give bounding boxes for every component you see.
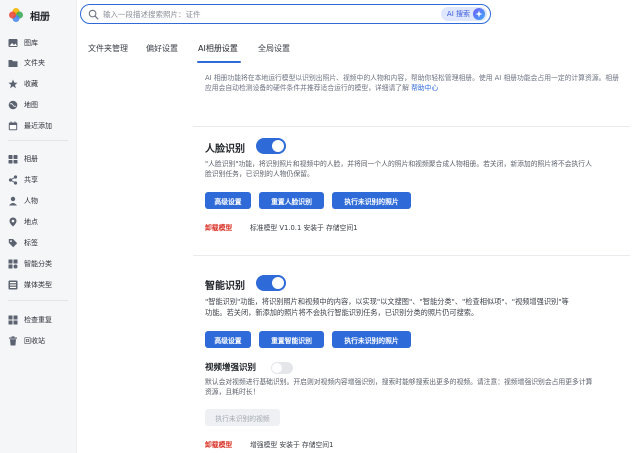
sidebar-item-label: 智能分类 bbox=[24, 260, 52, 268]
sidebar-item-label: 收藏 bbox=[24, 80, 38, 88]
face-unload-model-link[interactable]: 卸载模型 bbox=[205, 222, 232, 232]
section-divider bbox=[193, 255, 630, 256]
calendar-icon bbox=[8, 121, 18, 131]
sidebar-item-label: 图库 bbox=[24, 39, 38, 47]
sidebar-item-recent[interactable]: 最近添加 bbox=[8, 119, 52, 133]
search-icon bbox=[88, 9, 99, 20]
app-title: 相册 bbox=[30, 11, 50, 23]
sidebar-item-label: 检查重复 bbox=[24, 316, 52, 324]
sidebar-item-tags[interactable]: 标签 bbox=[8, 236, 38, 250]
tag-icon bbox=[8, 239, 18, 248]
help-center-link[interactable]: 帮助中心 bbox=[411, 84, 438, 92]
sidebar-item-trash[interactable]: 回收站 bbox=[8, 334, 45, 348]
face-recognition-toggle[interactable] bbox=[256, 138, 286, 154]
face-recognition-title: 人脸识别 bbox=[205, 144, 245, 155]
section-divider bbox=[193, 126, 630, 127]
video-enhanced-title: 视频增强识别 bbox=[205, 363, 257, 373]
description-line: "人脸识别"功能，将识别照片和视频中的人脸，并将同一个人的照片和视频聚合成人物相… bbox=[205, 160, 592, 168]
intro-text: AI 相册功能将在本地运行模型以识别出照片、视频中的人物和内容，帮助你轻松管理相… bbox=[205, 73, 625, 93]
video-run-unrecognized-button[interactable]: 执行未识别的视频 bbox=[205, 409, 280, 426]
description-line: 资源，且耗时长！ bbox=[205, 388, 260, 396]
brand: 相册 bbox=[8, 6, 50, 24]
sidebar-item-places[interactable]: 地点 bbox=[8, 215, 38, 229]
duplicate-check-icon bbox=[8, 315, 18, 325]
sidebar-item-label: 地图 bbox=[24, 101, 38, 109]
video-unload-model-link[interactable]: 卸载模型 bbox=[205, 439, 232, 449]
search-bar: AI 搜索 bbox=[80, 4, 491, 24]
active-tab-indicator bbox=[197, 61, 241, 63]
tab-preferences[interactable]: 偏好设置 bbox=[146, 43, 178, 54]
smart-category-icon bbox=[8, 259, 18, 269]
smart-run-unrecognized-button[interactable]: 执行未识别的照片 bbox=[332, 331, 411, 348]
sidebar: 相册 图库 文件夹 收藏 地图 最近添加 相册 共享 人物 地点 标签 智能分类… bbox=[0, 0, 77, 453]
face-recognition-description: "人脸识别"功能，将识别照片和视频中的人脸，并将同一个人的照片和视频聚合成人物相… bbox=[205, 159, 635, 179]
sidebar-item-media-type[interactable]: 媒体类型 bbox=[8, 278, 52, 292]
tab-global-settings[interactable]: 全局设置 bbox=[258, 43, 290, 54]
map-icon bbox=[8, 100, 18, 110]
sidebar-item-label: 人物 bbox=[24, 197, 38, 205]
person-icon bbox=[9, 196, 17, 206]
toggle-knob bbox=[272, 140, 284, 152]
description-line: "智能识别"功能，将识别照片和视频中的内容，以实现"以文搜图"、"智能分类"、"… bbox=[205, 297, 569, 306]
sidebar-item-label: 回收站 bbox=[24, 337, 45, 345]
toggle-knob bbox=[272, 363, 282, 373]
sidebar-item-folders[interactable]: 文件夹 bbox=[8, 56, 45, 70]
sidebar-item-albums[interactable]: 相册 bbox=[8, 152, 38, 166]
location-icon bbox=[9, 217, 17, 227]
face-model-info: 标准模型 V1.0.1 安装于 存储空间1 bbox=[250, 224, 358, 232]
sidebar-item-label: 文件夹 bbox=[24, 59, 45, 67]
smart-recognition-title: 智能识别 bbox=[205, 281, 245, 292]
video-enhanced-description: 默认会对视频进行基础识别。开启则对视频内容增强识别，搜索时能够搜索出更多的视频。… bbox=[205, 377, 635, 397]
trash-icon bbox=[9, 336, 17, 346]
video-model-info: 增强模型 安装于 存储空间1 bbox=[250, 441, 334, 449]
face-advanced-settings-button[interactable]: 高级设置 bbox=[205, 192, 251, 209]
description-line: 功能。若关闭，新添加的照片将不会执行智能识别任务，已识别分类的照片仍可搜索。 bbox=[205, 308, 479, 317]
search-input[interactable] bbox=[103, 7, 433, 21]
tab-folder-management[interactable]: 文件夹管理 bbox=[88, 43, 128, 54]
face-run-unrecognized-button[interactable]: 执行未识别的照片 bbox=[332, 192, 411, 209]
sidebar-item-label: 标签 bbox=[24, 239, 38, 247]
sidebar-item-gallery[interactable]: 图库 bbox=[8, 36, 38, 50]
description-line: 脸识别任务，已识别的人物仍保留。 bbox=[205, 170, 314, 178]
sidebar-item-favorites[interactable]: 收藏 bbox=[8, 77, 38, 91]
reset-face-recognition-button[interactable]: 重置人脸识别 bbox=[259, 192, 324, 209]
album-icon bbox=[8, 155, 18, 164]
sidebar-item-label: 最近添加 bbox=[24, 122, 52, 130]
video-enhanced-toggle[interactable] bbox=[271, 362, 293, 374]
smart-recognition-description: "智能识别"功能，将识别照片和视频中的内容，以实现"以文搜图"、"智能分类"、"… bbox=[205, 296, 635, 318]
share-icon bbox=[8, 175, 18, 185]
ai-search-label: AI 搜索 bbox=[446, 10, 470, 18]
sidebar-item-shared[interactable]: 共享 bbox=[8, 173, 38, 187]
folder-icon bbox=[8, 60, 18, 67]
photos-app: 相册 图库 文件夹 收藏 地图 最近添加 相册 共享 人物 地点 标签 智能分类… bbox=[0, 0, 640, 453]
sidebar-item-map[interactable]: 地图 bbox=[8, 98, 38, 112]
sidebar-item-smart-category[interactable]: 智能分类 bbox=[8, 257, 52, 271]
sparkle-icon bbox=[473, 8, 485, 20]
sidebar-item-duplicates[interactable]: 检查重复 bbox=[8, 313, 52, 327]
toggle-knob bbox=[272, 277, 284, 289]
star-icon bbox=[8, 79, 18, 89]
app-logo-icon bbox=[9, 8, 23, 22]
gallery-icon bbox=[8, 39, 18, 47]
tab-ai-album-settings[interactable]: AI相册设置 bbox=[198, 43, 238, 54]
sidebar-item-label: 地点 bbox=[24, 218, 38, 226]
ai-search-button[interactable]: AI 搜索 bbox=[440, 7, 487, 21]
sidebar-item-label: 媒体类型 bbox=[24, 281, 52, 289]
sidebar-divider bbox=[8, 300, 68, 301]
sidebar-item-label: 共享 bbox=[24, 176, 38, 184]
sidebar-divider bbox=[8, 140, 68, 141]
smart-advanced-settings-button[interactable]: 高级设置 bbox=[205, 331, 251, 348]
sidebar-item-label: 相册 bbox=[24, 155, 38, 163]
description-line: 默认会对视频进行基础识别。开启则对视频内容增强识别，搜索时能够搜索出更多的视频。… bbox=[205, 378, 593, 386]
smart-recognition-toggle[interactable] bbox=[256, 275, 286, 291]
sidebar-item-people[interactable]: 人物 bbox=[8, 194, 38, 208]
media-type-icon bbox=[8, 280, 18, 290]
reset-smart-recognition-button[interactable]: 重置智能识别 bbox=[259, 331, 324, 348]
